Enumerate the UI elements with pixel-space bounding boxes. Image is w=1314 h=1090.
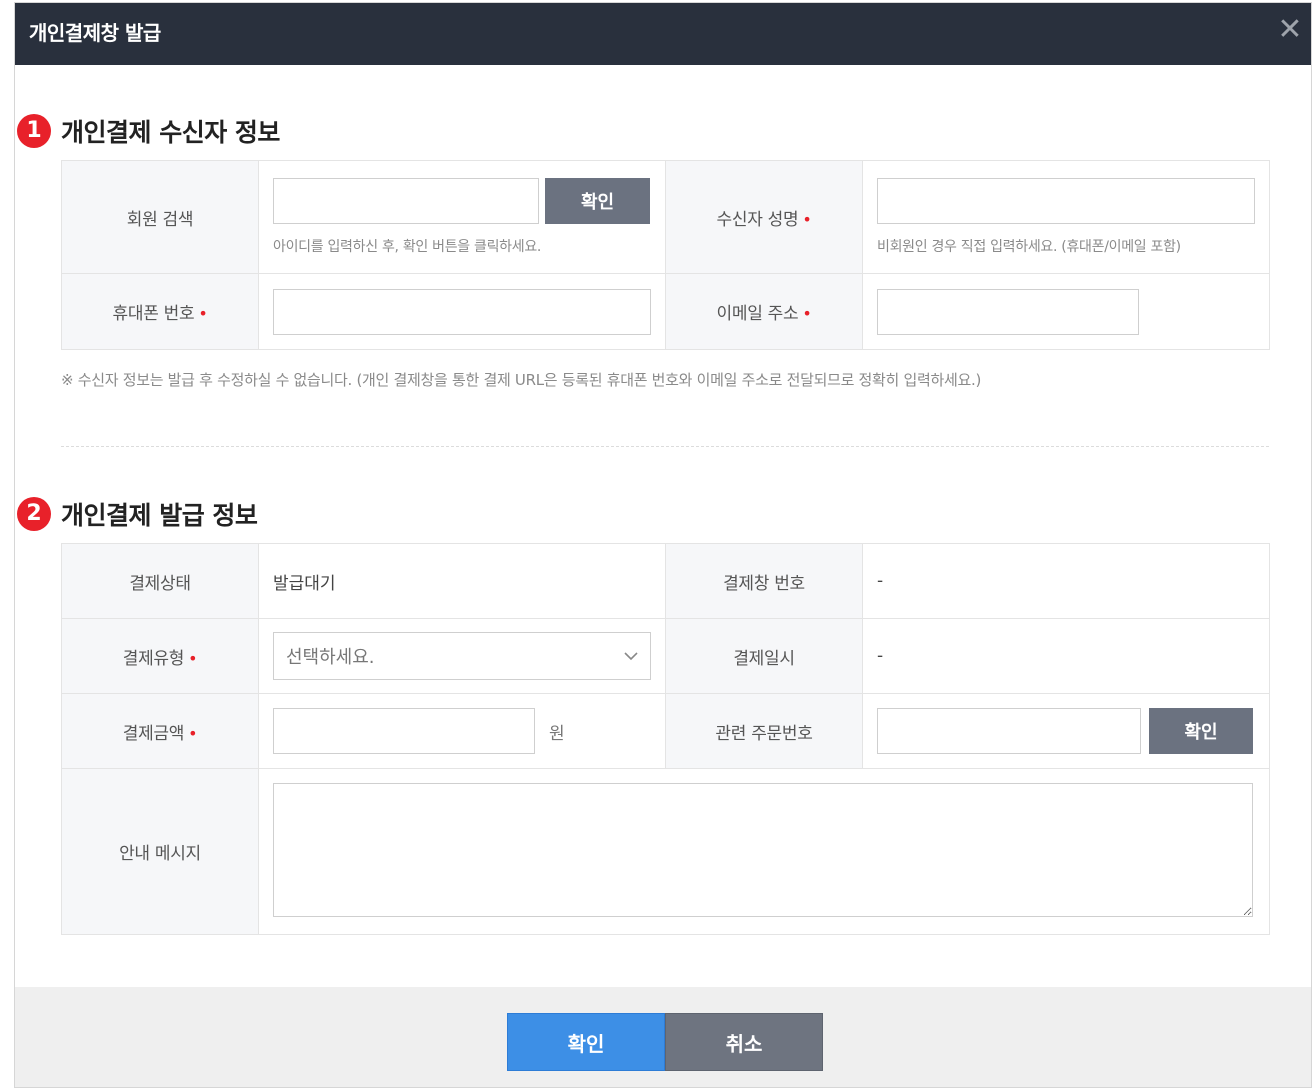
window-number-value: - bbox=[877, 571, 884, 591]
modal-title: 개인결제창 발급 bbox=[29, 21, 161, 45]
issue-info-table: 결제상태 발급대기 결제창 번호 - 결제유형 • 선택하세요. 결제일시 - 결… bbox=[61, 543, 1270, 935]
recipient-name-help: 비회원인 경우 직접 입력하세요. (휴대폰/이메일 포함) bbox=[877, 239, 1181, 255]
chevron-down-icon bbox=[624, 651, 638, 660]
member-search-label: 회원 검색 bbox=[61, 160, 259, 274]
recipient-name-label: 수신자 성명 • bbox=[665, 160, 863, 274]
payment-type-selected: 선택하세요. bbox=[286, 647, 375, 668]
recipient-note: ※ 수신자 정보는 발급 후 수정하실 수 없습니다. (개인 결제창을 통한 … bbox=[61, 371, 982, 389]
required-mark: • bbox=[188, 723, 198, 743]
section-issue-heading: 2 개인결제 발급 정보 bbox=[17, 496, 258, 532]
status-label: 결제상태 bbox=[61, 543, 259, 619]
confirm-button[interactable]: 확인 bbox=[507, 1013, 665, 1071]
required-mark: • bbox=[802, 304, 812, 323]
member-search-input[interactable] bbox=[273, 178, 539, 224]
section-divider bbox=[61, 446, 1269, 447]
status-value: 발급대기 bbox=[273, 573, 336, 594]
email-input[interactable] bbox=[877, 288, 1139, 335]
required-mark: • bbox=[188, 648, 198, 668]
window-number-label: 결제창 번호 bbox=[665, 543, 863, 619]
payment-type-select[interactable]: 선택하세요. bbox=[273, 632, 651, 680]
recipient-name-input[interactable] bbox=[877, 178, 1255, 224]
required-mark: • bbox=[802, 209, 812, 229]
order-confirm-button[interactable]: 확인 bbox=[1149, 708, 1253, 754]
amount-input[interactable] bbox=[273, 708, 535, 754]
section-title: 개인결제 수신자 정보 bbox=[61, 118, 280, 147]
modal-footer: 확인 취소 bbox=[15, 987, 1311, 1087]
payment-window-modal: 개인결제창 발급 ✕ 1 개인결제 수신자 정보 회원 검색 확인 아이디를 입… bbox=[14, 2, 1312, 1088]
payment-date-value: - bbox=[877, 646, 884, 666]
recipient-info-table: 회원 검색 확인 아이디를 입력하신 후, 확인 버튼을 클릭하세요. 수신자 … bbox=[61, 160, 1270, 350]
order-number-label: 관련 주문번호 bbox=[665, 693, 863, 769]
section-recipient-heading: 1 개인결제 수신자 정보 bbox=[17, 113, 280, 149]
message-label: 안내 메시지 bbox=[61, 768, 259, 935]
amount-label: 결제금액 • bbox=[61, 693, 259, 769]
payment-date-label: 결제일시 bbox=[665, 618, 863, 694]
section-number-icon: 1 bbox=[17, 114, 51, 148]
phone-label: 휴대폰 번호 • bbox=[61, 273, 259, 350]
cancel-button[interactable]: 취소 bbox=[665, 1013, 823, 1071]
email-label: 이메일 주소 • bbox=[665, 273, 863, 350]
modal-header: 개인결제창 발급 ✕ bbox=[15, 3, 1311, 65]
required-mark: • bbox=[198, 304, 208, 323]
message-textarea[interactable] bbox=[273, 782, 1253, 917]
order-number-input[interactable] bbox=[877, 708, 1141, 754]
close-icon[interactable]: ✕ bbox=[1273, 13, 1307, 47]
member-search-help: 아이디를 입력하신 후, 확인 버튼을 클릭하세요. bbox=[273, 239, 542, 255]
section-title: 개인결제 발급 정보 bbox=[61, 501, 258, 530]
payment-type-label: 결제유형 • bbox=[61, 618, 259, 694]
currency-unit: 원 bbox=[549, 723, 565, 744]
member-confirm-button[interactable]: 확인 bbox=[545, 178, 650, 224]
section-number-icon: 2 bbox=[17, 497, 51, 531]
phone-input[interactable] bbox=[273, 288, 651, 335]
